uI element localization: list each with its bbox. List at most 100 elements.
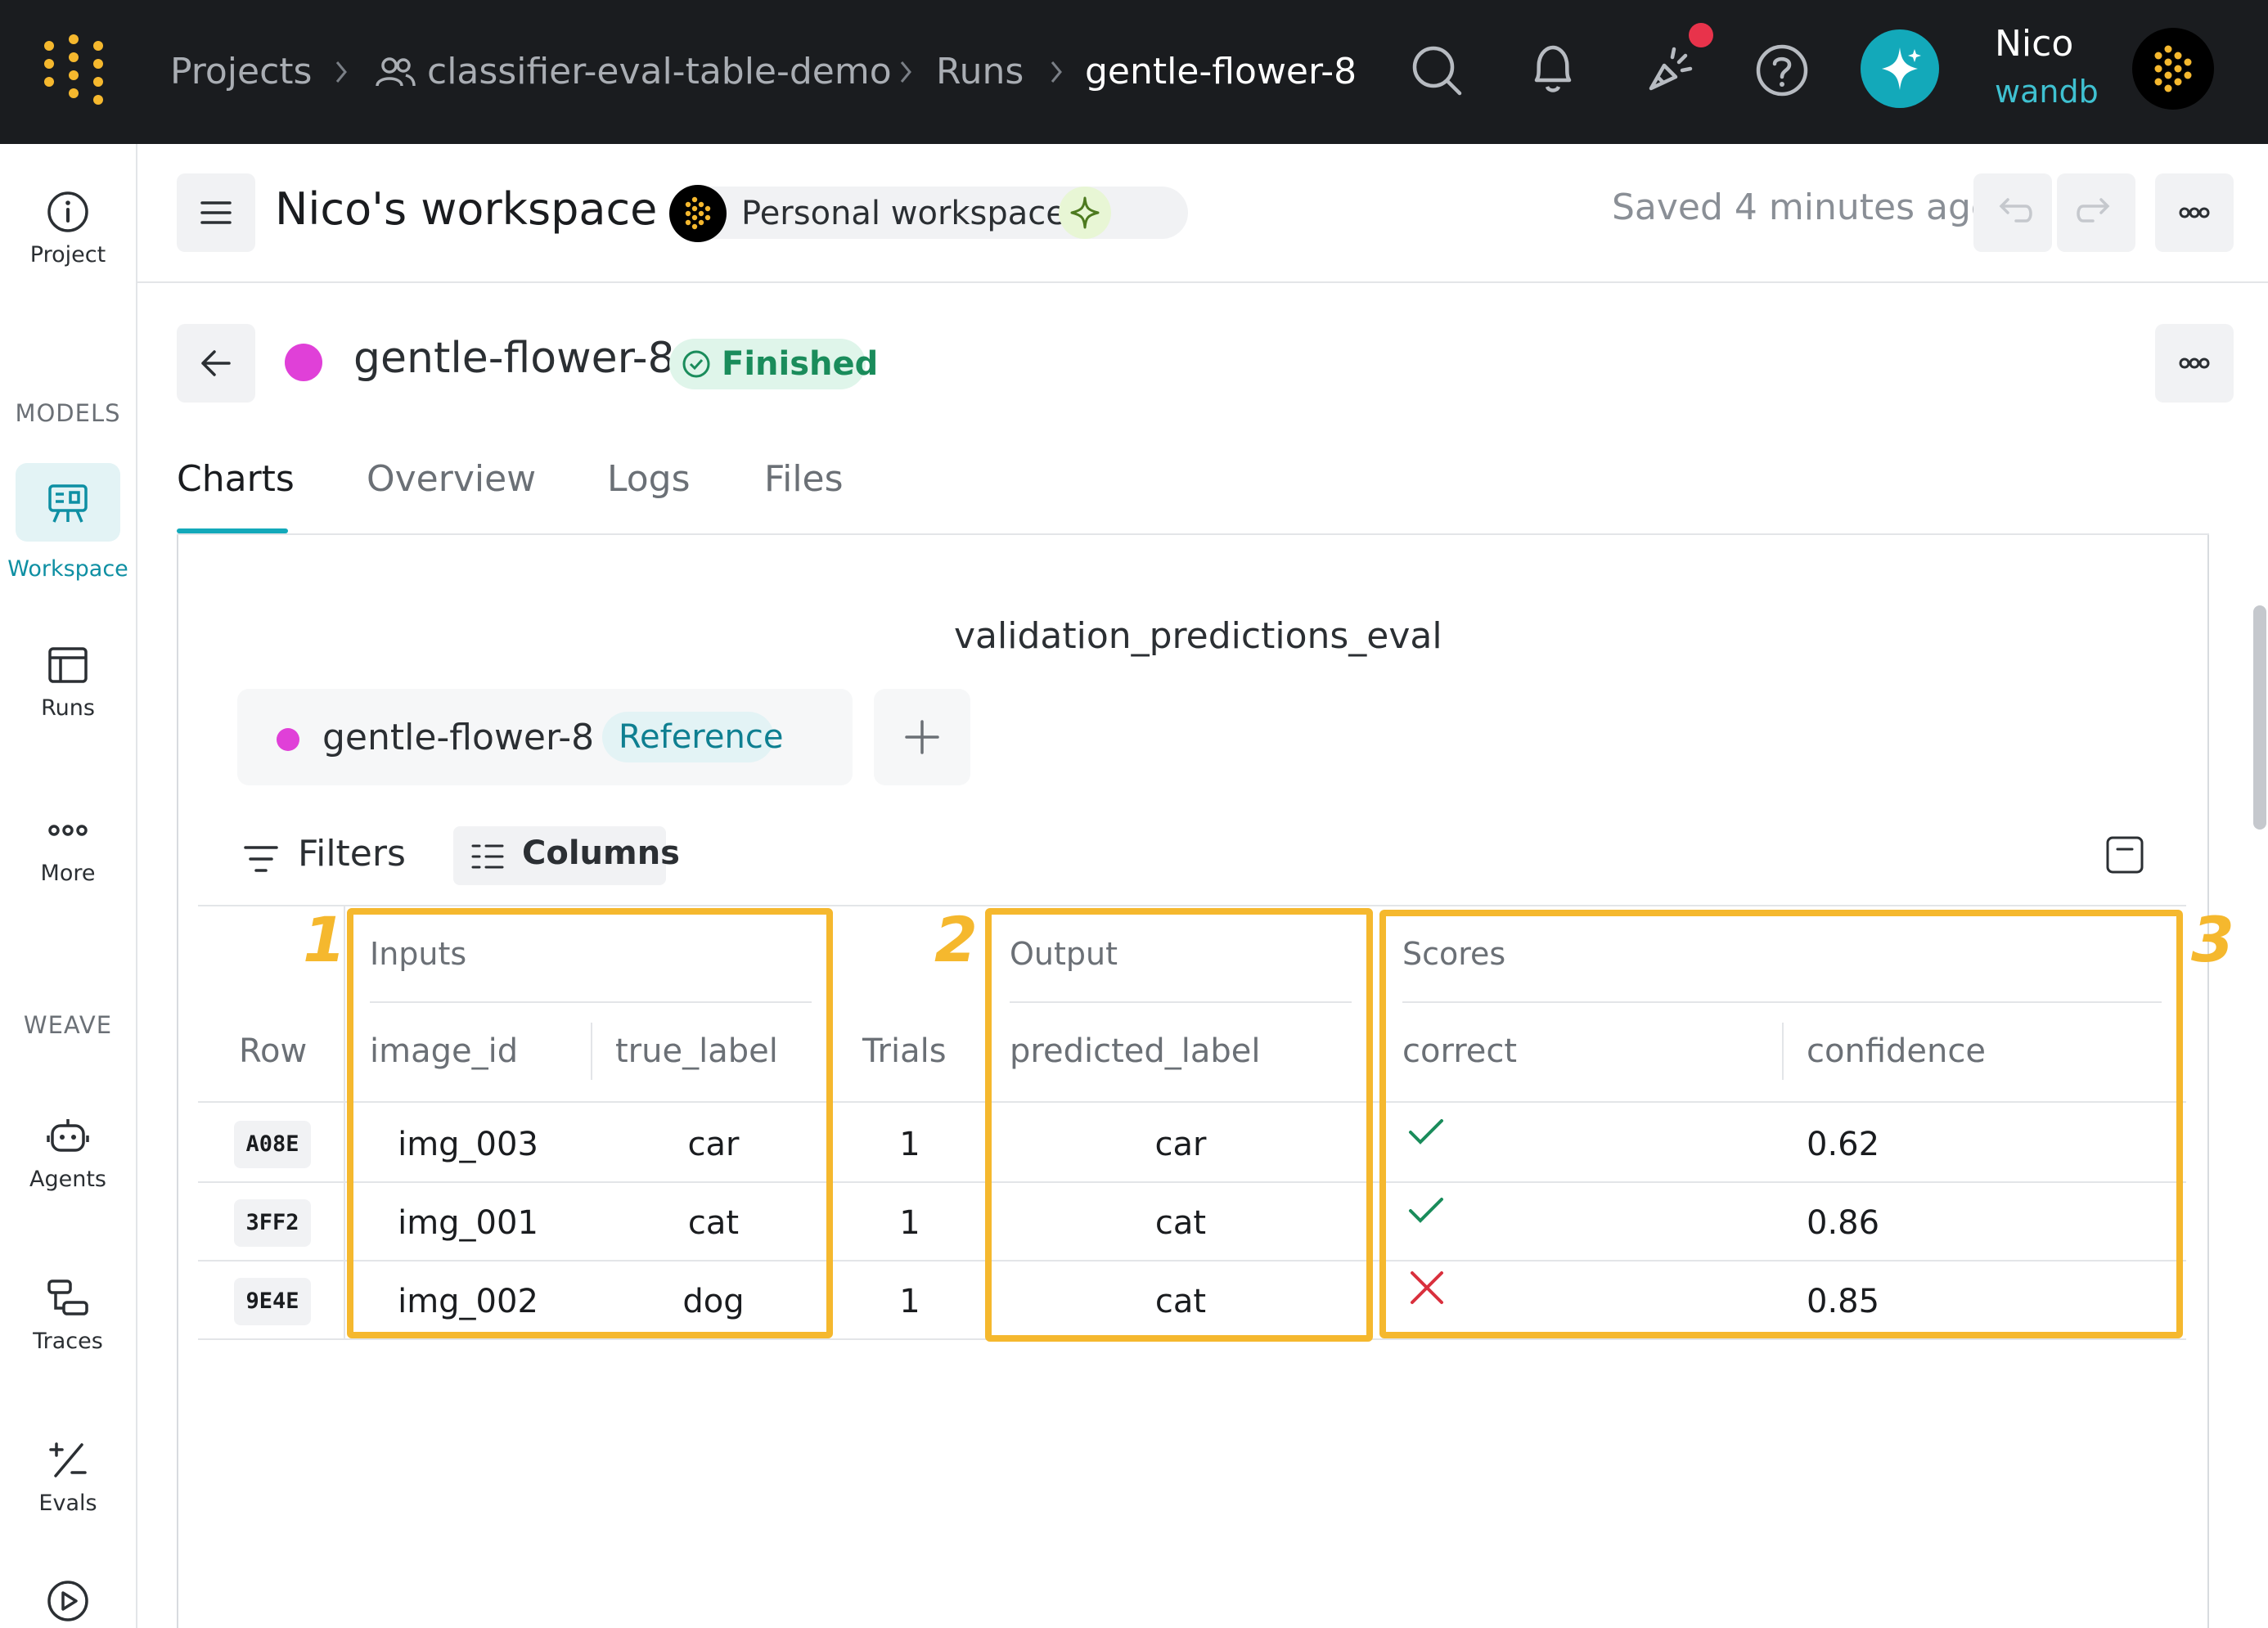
tab-files[interactable]: Files <box>764 458 844 500</box>
personal-workspace-label: Personal workspace <box>741 195 1066 232</box>
add-comparison-button[interactable] <box>874 689 970 785</box>
sidebar-item-traces[interactable]: Traces <box>0 1276 136 1354</box>
row-id-badge[interactable]: 9E4E <box>234 1278 311 1325</box>
run-status-label: Finished <box>722 345 879 383</box>
sidebar-item-label: More <box>40 861 96 886</box>
row-id-badge[interactable]: 3FF2 <box>234 1199 311 1247</box>
sidebar-item-label: Project <box>29 242 106 268</box>
run-more-button[interactable] <box>2155 324 2234 403</box>
traces-icon <box>47 1279 88 1315</box>
workspace-more-button[interactable] <box>2155 173 2234 252</box>
column-header-row[interactable]: Row <box>239 1032 307 1070</box>
plus-icon <box>905 720 939 754</box>
back-button[interactable] <box>177 324 255 403</box>
user-org: wandb <box>1995 74 2099 110</box>
row-id-badge[interactable]: A08E <box>234 1121 311 1168</box>
redo-icon <box>2077 198 2110 223</box>
sidebar-item-label: Workspace <box>7 556 128 582</box>
sidebar-item-agents[interactable]: Agents <box>0 1114 136 1192</box>
sidebar-section-weave: WEAVE <box>23 1011 113 1039</box>
run-color-dot <box>285 344 322 381</box>
highlight-box-scores <box>1379 910 2183 1338</box>
reference-badge: Reference <box>602 712 783 762</box>
search-icon[interactable] <box>1409 43 1465 98</box>
workspace-title: Nico's workspace <box>275 183 658 235</box>
more-dots-icon <box>48 825 88 836</box>
chevron-right-icon <box>1046 57 1067 87</box>
org-avatar[interactable] <box>2132 28 2214 110</box>
ai-assistant-button[interactable] <box>1861 29 1939 108</box>
saved-status: Saved 4 minutes ago <box>1612 187 1993 228</box>
column-header-trials[interactable]: Trials <box>862 1032 947 1070</box>
runs-icon <box>48 647 88 683</box>
sidebar-item-project[interactable]: Project <box>0 190 136 268</box>
filters-button[interactable]: Filters <box>237 828 450 887</box>
columns-label: Columns <box>522 834 680 872</box>
filter-icon <box>244 846 278 872</box>
tab-logs[interactable]: Logs <box>607 458 691 500</box>
top-bar: Projects classifier-eval-table-demo Runs… <box>0 0 2268 144</box>
run-color-dot <box>277 728 299 751</box>
breadcrumb-current-run: gentle-flower-8 <box>1085 51 1357 92</box>
help-icon[interactable] <box>1754 43 1810 98</box>
sidebar-item-label: Evals <box>38 1491 97 1516</box>
highlight-box-inputs <box>347 908 833 1338</box>
columns-icon <box>471 844 504 869</box>
columns-button[interactable]: Columns <box>453 826 680 885</box>
sidebar-item-runs[interactable]: Runs <box>0 643 136 721</box>
annotation-number-2: 2 <box>934 903 978 976</box>
sidebar-item-label: Traces <box>33 1329 103 1354</box>
evals-icon <box>49 1442 87 1477</box>
notification-dot <box>1689 23 1713 47</box>
user-name: Nico <box>1995 23 2074 65</box>
chevron-right-icon <box>895 57 916 87</box>
wandb-logo-icon <box>669 185 727 242</box>
breadcrumb-project[interactable]: classifier-eval-table-demo <box>427 46 892 98</box>
cell-trials: 1 <box>899 1283 920 1320</box>
cell-trials: 1 <box>899 1126 920 1163</box>
sparkle-icon <box>1070 196 1100 229</box>
scrollbar-thumb[interactable] <box>2253 605 2266 830</box>
workspace-ai-button[interactable] <box>1059 187 1111 239</box>
team-icon <box>375 56 416 88</box>
breadcrumb-projects[interactable]: Projects <box>170 46 312 98</box>
tab-charts[interactable]: Charts <box>177 458 295 500</box>
undo-button[interactable] <box>1973 173 2052 252</box>
reference-label: Reference <box>619 718 784 756</box>
table-top-border <box>198 905 2186 906</box>
agents-icon <box>47 1119 89 1152</box>
check-circle-icon <box>682 350 710 378</box>
tab-overview[interactable]: Overview <box>367 458 536 500</box>
redo-button[interactable] <box>2057 173 2135 252</box>
hamburger-icon <box>200 201 232 224</box>
sidebar-section-models: MODELS <box>15 399 121 427</box>
compare-run-chip[interactable]: gentle-flower-8 Reference <box>237 689 853 785</box>
sidebar-item-workspace[interactable]: Workspace <box>0 463 136 582</box>
bell-icon[interactable] <box>1525 41 1581 98</box>
workspace-menu-button[interactable] <box>177 173 255 252</box>
wandb-logo-icon[interactable] <box>39 34 110 105</box>
run-status-badge: Finished <box>669 339 878 389</box>
sidebar-item-label: Agents <box>29 1167 106 1192</box>
workspace-header: Nico's workspace Personal workspace Save… <box>137 144 2268 283</box>
more-dots-icon <box>2179 358 2210 369</box>
info-icon <box>47 191 88 232</box>
sidebar-item-playground[interactable] <box>0 1579 136 1623</box>
more-dots-icon <box>2179 207 2210 218</box>
compare-run-name: gentle-flower-8 <box>322 717 595 758</box>
wandb-logo-icon <box>2154 45 2192 92</box>
left-sidebar: Project MODELS Workspace Runs More WEAVE… <box>0 144 137 1628</box>
highlight-box-output <box>985 908 1373 1342</box>
sidebar-item-evals[interactable]: Evals <box>0 1438 136 1516</box>
run-name: gentle-flower-8 <box>353 334 675 383</box>
annotation-number-3: 3 <box>2191 903 2234 976</box>
chevron-right-icon <box>331 57 352 87</box>
cell-trials: 1 <box>899 1204 920 1242</box>
breadcrumb-runs[interactable]: Runs <box>936 46 1024 98</box>
filters-label: Filters <box>298 833 406 875</box>
collapse-panel-icon[interactable] <box>2104 834 2145 875</box>
panel-title: validation_predictions_eval <box>954 615 1442 657</box>
arrow-left-icon <box>201 350 231 376</box>
sidebar-item-more[interactable]: More <box>0 808 136 886</box>
sparkle-icon <box>1882 47 1921 90</box>
